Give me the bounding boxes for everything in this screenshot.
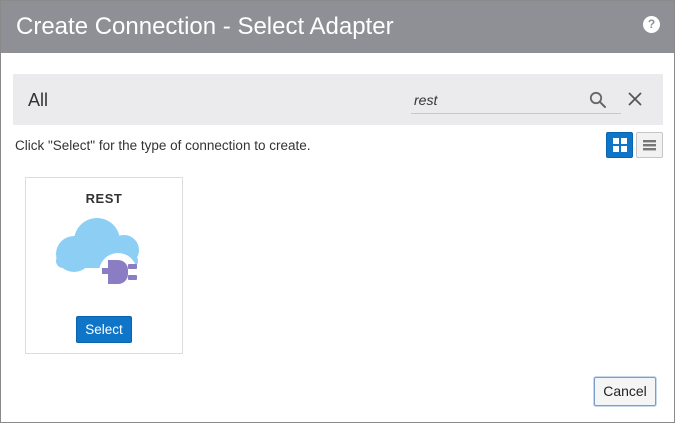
dialog-title: Create Connection - Select Adapter [16, 13, 394, 40]
grid-view-button[interactable] [606, 132, 633, 158]
select-button[interactable]: Select [76, 316, 132, 343]
dialog-titlebar: Create Connection - Select Adapter ? [1, 1, 674, 53]
search-icon[interactable] [589, 91, 607, 114]
create-connection-dialog: Create Connection - Select Adapter ? All… [0, 0, 675, 423]
cloud-plug-icon [52, 216, 152, 299]
list-view-button[interactable] [636, 132, 663, 158]
grid-view-icon [613, 138, 627, 152]
adapter-name: REST [85, 191, 123, 206]
search-input[interactable] [414, 89, 574, 111]
filter-bar: All [13, 74, 663, 125]
close-icon[interactable] [627, 91, 643, 112]
cancel-button[interactable]: Cancel [594, 377, 656, 406]
list-view-icon [643, 140, 656, 151]
instruction-text: Click "Select" for the type of connectio… [15, 138, 311, 153]
help-icon[interactable]: ? [643, 16, 660, 33]
category-filter-label[interactable]: All [28, 90, 48, 111]
adapter-card-rest[interactable]: REST Select [25, 177, 183, 354]
